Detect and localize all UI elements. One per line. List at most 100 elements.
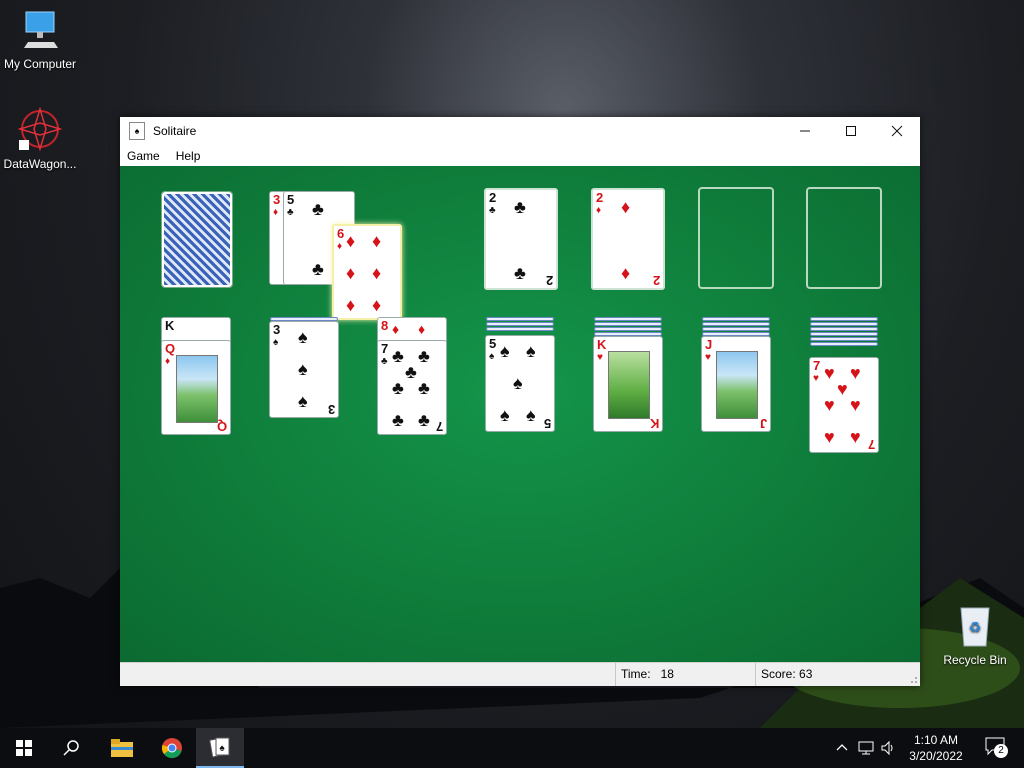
tableau-3-pip-7: ♣ [418, 410, 430, 430]
stock-pile[interactable] [161, 191, 233, 288]
tableau-7-pip: ♥ [824, 395, 835, 415]
foundation-2-pip: ♦ [621, 197, 631, 217]
tableau-7-pip: ♥ [824, 363, 835, 383]
windows-logo-icon [16, 740, 32, 756]
action-center-button[interactable]: 2 [984, 736, 1014, 760]
waste-top-card[interactable]: 6 ♦ ♦ ♦ ♦ ♦ ♦ ♦ [332, 224, 402, 320]
solitaire-taskbar-button[interactable]: ♠ [196, 728, 244, 768]
search-icon [63, 740, 79, 756]
datawagon-icon [17, 106, 63, 152]
tableau-4-pip: ♠ [500, 341, 510, 361]
waste-card-2-pip: ♣ [312, 199, 324, 219]
waste-top-pip: ♦ [372, 231, 382, 251]
tableau-7-hidden [810, 332, 878, 336]
foundation-4-empty[interactable] [806, 187, 882, 289]
clock[interactable]: 1:10 AM 3/20/2022 [904, 732, 968, 764]
tableau-4-corner: 5 [543, 416, 551, 431]
foundation-1-corner: 2 [545, 273, 553, 288]
game-felt[interactable]: 3 ♦ 5 ♣ ♣ ♣ 6 ♦ ♦ ♦ ♦ ♦ ♦ ♦ 2 ♣ ♣ ♣ 2 2 ♦ ♦ ♦… [120, 166, 920, 663]
solitaire-cards-icon: ♠ [209, 737, 230, 758]
tableau-7-pip: ♥ [850, 427, 861, 447]
tableau-3-pip-7: ♣ [392, 410, 404, 430]
recycle-bin-desktop-icon[interactable]: ♻ Recycle Bin [935, 602, 1015, 667]
tableau-7-hidden [810, 322, 878, 326]
foundation-3-empty[interactable] [698, 187, 774, 289]
notification-count-badge: 2 [994, 744, 1008, 758]
tableau-7-corner: 7 [867, 437, 875, 452]
chevron-up-icon[interactable] [836, 742, 848, 752]
waste-top-suit: ♦ [337, 241, 343, 252]
datawagon-desktop-icon[interactable]: DataWagon... [0, 106, 80, 171]
search-button[interactable] [48, 728, 96, 768]
recycle-bin-label: Recycle Bin [943, 653, 1007, 667]
tableau-3-pip-7: ♣ [392, 346, 404, 366]
volume-icon[interactable] [880, 740, 896, 756]
tableau-7-suit: ♥ [813, 373, 819, 384]
tableau-1-card-q[interactable]: Q ♦ Q [161, 340, 231, 435]
score-display: Score: 63 [755, 663, 911, 686]
tableau-3-pip-8: ♦ [392, 321, 400, 337]
tableau-5-rank: K [597, 337, 607, 352]
chrome-taskbar-button[interactable] [148, 728, 196, 768]
tableau-4-hidden [486, 322, 554, 326]
tableau-6-card-j[interactable]: J ♥ J [701, 336, 771, 432]
tableau-7-hidden [810, 337, 878, 341]
tableau-1-rank: K [165, 318, 175, 333]
tableau-7-card-7[interactable]: 7 ♥ ♥ ♥ ♥ ♥ ♥ ♥ ♥ 7 [809, 357, 879, 453]
tableau-2-pip: ♠ [298, 359, 308, 379]
solitaire-window: ♠ Solitaire Game Help 3 ♦ 5 ♣ ♣ ♣ 6 ♦ ♦ … [120, 117, 920, 686]
resize-grip-icon[interactable] [908, 674, 918, 684]
minimize-button[interactable] [782, 117, 828, 145]
tableau-2-rank: 3 [273, 322, 281, 337]
tableau-6-rank: J [705, 337, 713, 352]
tableau-3-rank-7: 7 [381, 341, 389, 356]
solitaire-app-icon: ♠ [129, 122, 145, 140]
tableau-5-card-k[interactable]: K ♥ K [593, 336, 663, 432]
waste-top-pip: ♦ [346, 231, 356, 251]
close-icon [891, 125, 903, 137]
tableau-6-hidden [702, 327, 770, 331]
menu-bar: Game Help [120, 145, 920, 166]
foundation-1-rank: 2 [489, 190, 497, 205]
maximize-button[interactable] [828, 117, 874, 145]
tableau-3-pip-8: ♦ [418, 321, 426, 337]
tableau-4-card-5[interactable]: 5 ♠ ♠ ♠ ♠ ♠ ♠ 5 [485, 335, 555, 432]
tableau-3-pip-7: ♣ [418, 378, 430, 398]
foundation-2[interactable]: 2 ♦ ♦ ♦ 2 [591, 188, 665, 290]
tableau-6-hidden [702, 317, 770, 321]
tableau-4-hidden [486, 317, 554, 321]
svg-text:♻: ♻ [969, 619, 982, 635]
start-button[interactable] [0, 728, 48, 768]
tableau-7-pip: ♥ [824, 427, 835, 447]
foundation-1[interactable]: 2 ♣ ♣ ♣ 2 [484, 188, 558, 290]
window-title: Solitaire [153, 124, 197, 138]
my-computer-desktop-icon[interactable]: My Computer [0, 8, 80, 71]
tableau-4-pip: ♠ [500, 405, 510, 425]
waste-card-2-pip: ♣ [312, 259, 324, 279]
tableau-6-suit: ♥ [705, 352, 711, 363]
waste-card-2-suit: ♣ [287, 207, 294, 218]
foundation-2-rank: 2 [596, 190, 604, 205]
tableau-4-pip: ♠ [526, 405, 536, 425]
menu-help[interactable]: Help [176, 149, 201, 163]
tableau-3-suit-7: ♣ [381, 356, 388, 367]
close-button[interactable] [874, 117, 920, 145]
foundation-2-suit: ♦ [596, 205, 602, 216]
tableau-4-pip: ♠ [526, 341, 536, 361]
title-bar[interactable]: ♠ Solitaire [120, 117, 920, 145]
king-face-art [608, 351, 650, 419]
recycle-bin-icon: ♻ [960, 607, 990, 647]
menu-game[interactable]: Game [127, 149, 160, 163]
tableau-5-hidden [594, 322, 662, 326]
foundation-1-pip: ♣ [514, 263, 526, 283]
time-value: 18 [660, 667, 674, 681]
waste-card-1-suit: ♦ [273, 207, 279, 218]
tableau-2-card-3[interactable]: 3 ♠ ♠ ♠ ♠ 3 [269, 321, 339, 418]
tableau-3-card-7[interactable]: 7 ♣ ♣ ♣ ♣ ♣ ♣ ♣ ♣ 7 [377, 340, 447, 435]
computer-icon [24, 11, 58, 48]
waste-top-rank: 6 [337, 226, 345, 241]
tableau-7-pip: ♥ [850, 395, 861, 415]
tableau-4-pip: ♠ [513, 373, 523, 393]
network-icon[interactable] [858, 740, 874, 756]
file-explorer-taskbar-button[interactable] [98, 728, 146, 768]
